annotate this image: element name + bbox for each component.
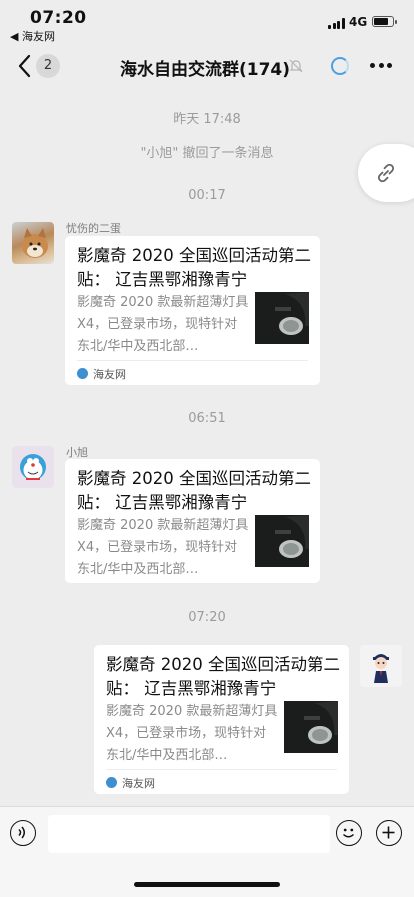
source-name: 海友网 <box>93 368 126 381</box>
message-input[interactable] <box>48 815 330 853</box>
home-indicator[interactable] <box>134 882 280 887</box>
unread-count-badge[interactable]: 2 <box>36 54 60 78</box>
avatar[interactable] <box>12 446 54 488</box>
timestamp: 昨天 17:48 <box>173 112 241 127</box>
link-card-source: 海友网 <box>77 366 126 382</box>
link-card-description: 影魔奇 2020 款最新超薄灯具 X4，已登录市场，现特针对东北/华中及西北部… <box>77 295 249 354</box>
recall-notice: "小旭" 撤回了一条消息 <box>140 146 274 161</box>
source-logo-icon <box>106 777 117 788</box>
link-card-thumbnail <box>255 515 309 567</box>
link-card-description: 影魔奇 2020 款最新超薄灯具 X4，已登录市场，现特针对东北/华中及西北部… <box>106 704 278 763</box>
timestamp: 00:17 <box>188 188 226 203</box>
link-card-title: 影魔奇 2020 全国巡回活动第二贴： 辽吉黑鄂湘豫青宁 <box>77 246 311 289</box>
avatar[interactable] <box>12 222 54 264</box>
link-card-thumbnail <box>284 701 338 753</box>
link-card-title: 影魔奇 2020 全国巡回活动第二贴： 辽吉黑鄂湘豫青宁 <box>77 469 311 512</box>
source-name: 海友网 <box>122 777 155 790</box>
link-card-thumbnail <box>255 292 309 344</box>
timestamp: 07:20 <box>188 610 226 625</box>
bell-muted-icon <box>289 59 303 73</box>
link-icon <box>377 163 395 183</box>
divider <box>77 360 308 361</box>
voice-icon[interactable] <box>10 820 36 846</box>
avatar[interactable] <box>360 645 402 687</box>
link-card[interactable]: 影魔奇 2020 全国巡回活动第二贴： 辽吉黑鄂湘豫青宁 影魔奇 2020 款最… <box>94 645 349 794</box>
divider <box>106 769 337 770</box>
source-logo-icon <box>77 368 88 379</box>
link-card-source: 海友网 <box>106 775 155 791</box>
plus-icon[interactable] <box>376 820 402 846</box>
timestamp: 06:51 <box>188 411 226 426</box>
sender-name: 小旭 <box>66 446 88 459</box>
status-bar: 07:20 ◀ 海友网 4G <box>0 0 414 44</box>
back-to-app-link[interactable]: ◀ 海友网 <box>10 28 55 44</box>
chevron-left-icon[interactable] <box>14 53 36 79</box>
link-card-description: 影魔奇 2020 款最新超薄灯具 X4，已登录市场，现特针对东北/华中及西北部… <box>77 518 249 577</box>
link-card[interactable]: 影魔奇 2020 全国巡回活动第二贴： 辽吉黑鄂湘豫青宁 影魔奇 2020 款最… <box>65 459 320 583</box>
emoji-icon[interactable] <box>336 820 362 846</box>
battery-icon <box>372 16 397 27</box>
status-time: 07:20 <box>30 8 87 28</box>
link-card-title: 影魔奇 2020 全国巡回活动第二贴： 辽吉黑鄂湘豫青宁 <box>106 655 340 698</box>
network-type: 4G <box>349 15 368 29</box>
more-dots-icon[interactable] <box>370 63 392 69</box>
sender-name: 忧伤的二蛋 <box>66 222 121 235</box>
link-card[interactable]: 影魔奇 2020 全国巡回活动第二贴： 辽吉黑鄂湘豫青宁 影魔奇 2020 款最… <box>65 236 320 385</box>
loading-spinner-icon <box>331 57 349 75</box>
chat-header: 2 海水自由交流群(174) <box>0 44 414 88</box>
signal-icon <box>328 18 345 29</box>
